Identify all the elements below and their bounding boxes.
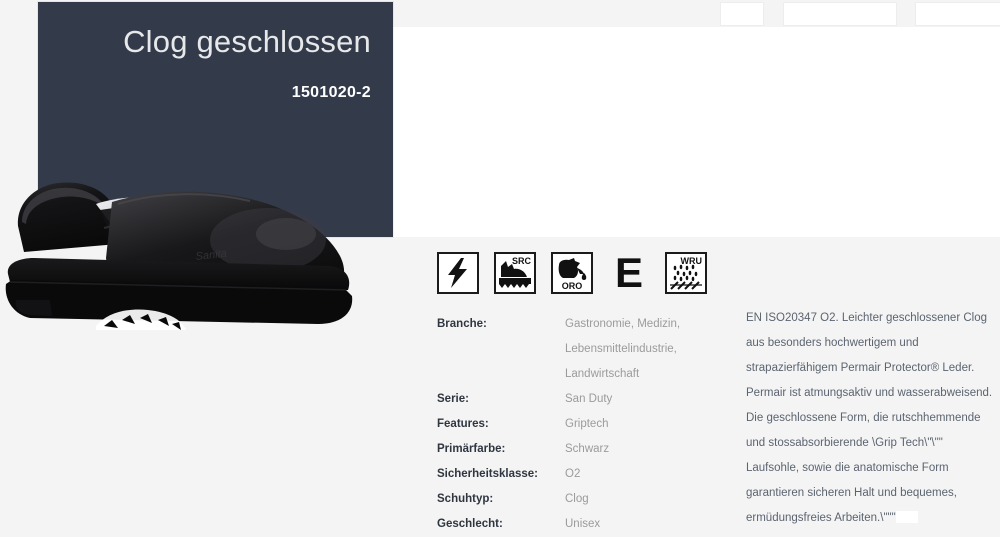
spec-key: Branche: <box>437 318 487 330</box>
spec-value-line: Schwarz <box>565 443 610 455</box>
spec-key: Sicherheitsklasse: <box>437 468 539 480</box>
svg-text:WRU: WRU <box>681 256 703 266</box>
spec-value-line: Lebensmittelindustrie, <box>565 343 677 355</box>
spec-value: O2 <box>565 462 580 487</box>
spec-row: Sicherheitsklasse: O2 <box>437 462 722 487</box>
topbar-field-2[interactable] <box>783 2 897 26</box>
spec-key: Geschlecht: <box>437 518 503 530</box>
spec-value-line: Gastronomie, Medizin, <box>565 318 681 330</box>
text-caret-highlight <box>895 511 918 523</box>
src-slip-resistance-icon: SRC <box>494 252 536 294</box>
spec-row: Geschlecht: Unisex <box>437 512 722 537</box>
spec-value: Clog <box>565 487 589 512</box>
energy-absorption-letter: E <box>614 252 643 294</box>
energy-absorption-e-icon: E <box>608 252 650 294</box>
certification-pictograms: SRC ORO E WRU <box>437 252 707 294</box>
spec-row: Features: Griptech <box>437 412 722 437</box>
spec-value-line: Clog <box>565 493 589 505</box>
spec-value-line: Unisex <box>565 518 601 530</box>
oro-oil-resistance-icon: ORO <box>551 252 593 294</box>
spec-value: San Duty <box>565 387 612 412</box>
spec-value: Griptech <box>565 412 608 437</box>
spec-value: Schwarz <box>565 437 609 462</box>
wru-water-resistance-icon: WRU <box>665 252 707 294</box>
spec-row: Primärfarbe: Schwarz <box>437 437 722 462</box>
page-title: Clog geschlossen <box>123 24 371 59</box>
svg-text:Sanita: Sanita <box>195 248 227 263</box>
antistatic-lightning-icon <box>437 252 479 294</box>
spec-value: Gastronomie, Medizin, Lebensmittelindust… <box>565 312 680 387</box>
spec-value: Unisex <box>565 512 600 537</box>
spec-table: Branche: Gastronomie, Medizin, Lebensmit… <box>437 312 722 537</box>
spec-key: Features: <box>437 418 489 430</box>
product-description-text: EN ISO20347 O2. Leichter geschlossener C… <box>746 312 993 524</box>
spec-value-line: Landwirtschaft <box>565 368 640 380</box>
spec-value-line: O2 <box>565 468 581 480</box>
svg-text:ORO: ORO <box>562 281 583 291</box>
product-sku: 1501020-2 <box>291 84 371 101</box>
hero-panel: Clog geschlossen 1501020-2 <box>38 2 393 237</box>
content-white-band <box>393 27 1000 237</box>
spec-key: Schuhtyp: <box>437 493 494 505</box>
spec-key: Serie: <box>437 393 469 405</box>
topbar-field-1[interactable] <box>720 2 764 26</box>
spec-row: Schuhtyp: Clog <box>437 487 722 512</box>
product-detail-page: Clog geschlossen 1501020-2 Sanita SRC OR… <box>0 0 1000 535</box>
svg-text:SRC: SRC <box>512 256 532 266</box>
spec-value-line: San Duty <box>565 393 613 405</box>
spec-row: Serie: San Duty <box>437 387 722 412</box>
spec-key: Primärfarbe: <box>437 443 506 455</box>
product-description: EN ISO20347 O2. Leichter geschlossener C… <box>746 306 996 531</box>
topbar-field-3[interactable] <box>915 2 1000 26</box>
spec-row: Branche: Gastronomie, Medizin, Lebensmit… <box>437 312 722 387</box>
spec-value-line: Griptech <box>565 418 609 430</box>
